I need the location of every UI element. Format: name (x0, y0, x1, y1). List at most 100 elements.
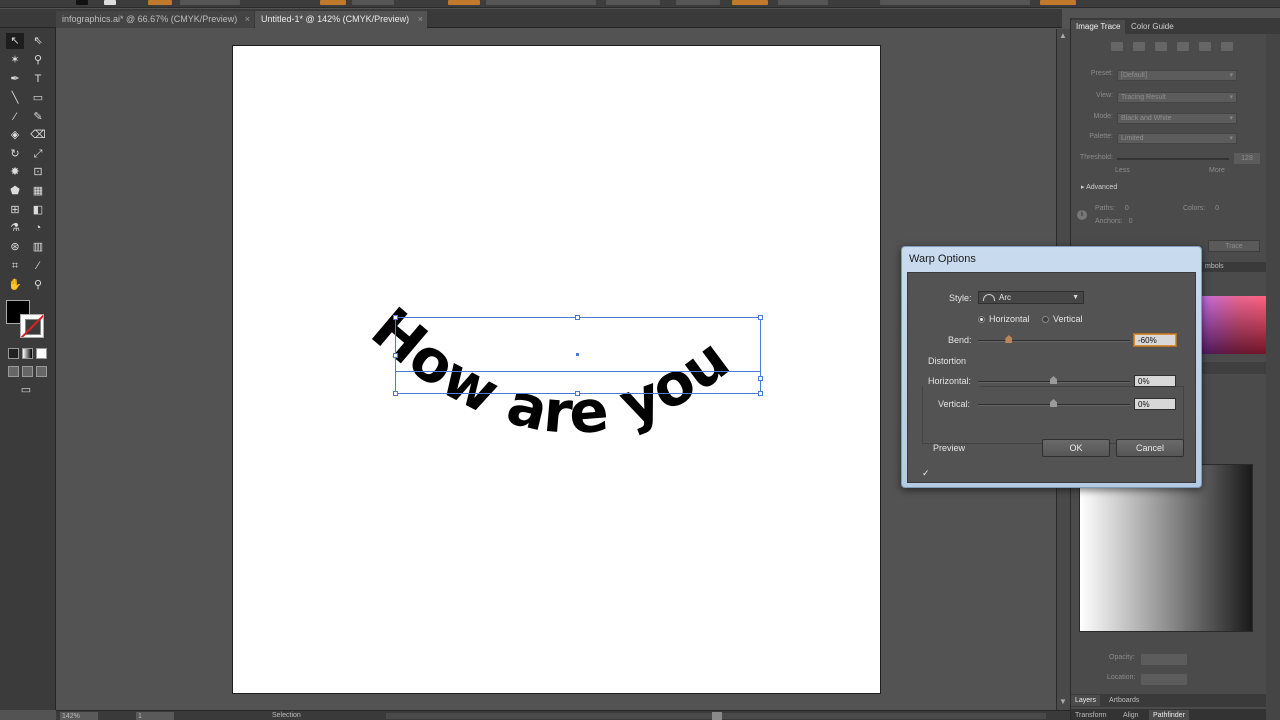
palette-select[interactable]: Limited (1117, 133, 1237, 144)
close-icon[interactable]: × (418, 11, 423, 27)
scroll-down-icon[interactable]: ▼ (1059, 697, 1067, 706)
advanced-toggle[interactable]: ▸ Advanced (1081, 183, 1117, 191)
stroke-chip[interactable] (104, 0, 116, 5)
handle-bottom-left[interactable] (393, 391, 398, 396)
selection-tool-icon[interactable]: ↖ (6, 33, 24, 49)
high-color-icon[interactable] (1133, 42, 1145, 51)
paintbrush-tool-icon[interactable]: ⁄ (6, 109, 24, 125)
handle-bottom-center[interactable] (575, 391, 580, 396)
hand-tool-icon[interactable]: ✋ (6, 277, 24, 293)
tab-color-guide[interactable]: Color Guide (1126, 20, 1179, 34)
font-field[interactable] (486, 0, 596, 5)
threshold-input[interactable]: 128 (1234, 153, 1260, 164)
style-select[interactable]: Arc ▼ (978, 291, 1084, 304)
line-tool-icon[interactable]: ╲ (6, 90, 24, 106)
scale-tool-icon[interactable]: ⤢ (29, 146, 47, 162)
pencil-tool-icon[interactable]: ✎ (29, 109, 47, 125)
outline-icon[interactable] (1221, 42, 1233, 51)
zoom-field[interactable]: 142% (60, 712, 98, 720)
blend-tool-icon[interactable]: ◔ (29, 220, 47, 236)
dist-horizontal-thumb[interactable] (1050, 376, 1057, 384)
tab-align[interactable]: Align (1119, 710, 1143, 720)
opacity-link[interactable] (320, 0, 346, 5)
shape-builder-tool-icon[interactable]: ⬟ (6, 183, 24, 199)
tab-artboards[interactable]: Artboards (1105, 695, 1143, 706)
scroll-up-icon[interactable]: ▲ (1059, 31, 1067, 40)
transform-controls[interactable] (880, 0, 1030, 5)
auto-color-icon[interactable] (1111, 42, 1123, 51)
stroke-weight-field[interactable] (180, 0, 240, 5)
bend-slider[interactable] (978, 340, 1130, 342)
tab-pathfinder[interactable]: Pathfinder (1149, 710, 1189, 720)
color-spectrum[interactable] (1202, 296, 1267, 354)
threshold-slider[interactable] (1117, 158, 1229, 160)
eraser-tool-icon[interactable]: ⌫ (29, 127, 47, 143)
dist-vertical-input[interactable]: 0% (1134, 398, 1176, 410)
font-style-field[interactable] (606, 0, 660, 5)
gradient-preview[interactable] (1079, 464, 1253, 632)
vertical-radio[interactable] (1042, 316, 1049, 323)
paragraph-link[interactable] (732, 0, 768, 5)
tab-transform[interactable]: Transform (1071, 710, 1111, 720)
magic-wand-tool-icon[interactable]: ✶ (6, 52, 24, 68)
width-tool-icon[interactable]: ✸ (6, 164, 24, 180)
bend-slider-thumb[interactable] (1005, 335, 1013, 343)
handle-top-center[interactable] (575, 315, 580, 320)
preset-select[interactable]: [Default] (1117, 70, 1237, 81)
draw-normal-icon[interactable] (8, 366, 19, 377)
align-buttons[interactable] (778, 0, 828, 5)
handle-top-left[interactable] (393, 315, 398, 320)
dist-horizontal-input[interactable]: 0% (1134, 375, 1176, 387)
horizontal-scroll-thumb[interactable] (712, 712, 722, 720)
gradient-mode-icon[interactable] (22, 348, 33, 359)
bend-input[interactable]: -60% (1134, 334, 1176, 346)
eyedropper-tool-icon[interactable]: ⚗ (6, 220, 24, 236)
trace-button[interactable]: Trace (1208, 240, 1260, 252)
fill-chip[interactable] (76, 0, 88, 5)
stroke-weight-link[interactable] (148, 0, 172, 5)
low-color-icon[interactable] (1155, 42, 1167, 51)
opacity-field[interactable] (352, 0, 394, 5)
font-size-field[interactable] (676, 0, 720, 5)
handle-top-right[interactable] (758, 315, 763, 320)
grayscale-icon[interactable] (1177, 42, 1189, 51)
perspective-grid-tool-icon[interactable]: ▦ (29, 183, 47, 199)
close-icon[interactable]: × (245, 11, 250, 27)
tab-layers[interactable]: Layers (1071, 695, 1101, 706)
symbol-sprayer-tool-icon[interactable]: ⊛ (6, 239, 24, 255)
transform-link[interactable] (1040, 0, 1076, 5)
black-white-icon[interactable] (1199, 42, 1211, 51)
tab-untitled[interactable]: Untitled-1* @ 142% (CMYK/Preview) × (255, 11, 427, 28)
handle-middle-left[interactable] (393, 353, 398, 358)
free-transform-tool-icon[interactable]: ⊡ (29, 164, 47, 180)
none-mode-icon[interactable] (36, 348, 47, 359)
tab-image-trace[interactable]: Image Trace (1071, 20, 1126, 34)
screen-mode-icon[interactable]: ▭ (17, 382, 35, 398)
horizontal-radio[interactable] (978, 316, 985, 323)
draw-behind-icon[interactable] (22, 366, 33, 377)
handle-bottom-right[interactable] (758, 391, 763, 396)
rectangle-tool-icon[interactable]: ▭ (29, 90, 47, 106)
zoom-tool-icon[interactable]: ⚲ (29, 277, 47, 293)
artboard-field[interactable]: 1 (136, 712, 174, 720)
mode-select[interactable]: Black and White (1117, 113, 1237, 124)
panel-scrollbar[interactable] (1266, 34, 1280, 720)
artboard-tool-icon[interactable]: ⌗ (6, 258, 24, 274)
handle-middle-right[interactable] (758, 376, 763, 381)
location-field[interactable] (1141, 674, 1187, 685)
rotate-tool-icon[interactable]: ↻ (6, 146, 24, 162)
stroke-color-swatch[interactable] (20, 314, 44, 338)
color-mode-icon[interactable] (8, 348, 19, 359)
ok-button[interactable]: OK (1042, 439, 1110, 457)
opacity-field[interactable] (1141, 654, 1187, 665)
gradient-tool-icon[interactable]: ◧ (29, 202, 47, 218)
draw-inside-icon[interactable] (36, 366, 47, 377)
slice-tool-icon[interactable]: ⁄ (29, 258, 47, 274)
status-mode[interactable]: Selection (272, 711, 301, 720)
type-tool-icon[interactable]: T (29, 71, 47, 87)
tab-infographics[interactable]: infographics.ai* @ 66.67% (CMYK/Preview)… (56, 11, 254, 28)
view-select[interactable]: Tracing Result (1117, 92, 1237, 103)
preview-checkbox[interactable]: ✓ (922, 469, 931, 478)
direct-selection-tool-icon[interactable]: ⇖ (29, 33, 47, 49)
character-link[interactable] (448, 0, 480, 5)
